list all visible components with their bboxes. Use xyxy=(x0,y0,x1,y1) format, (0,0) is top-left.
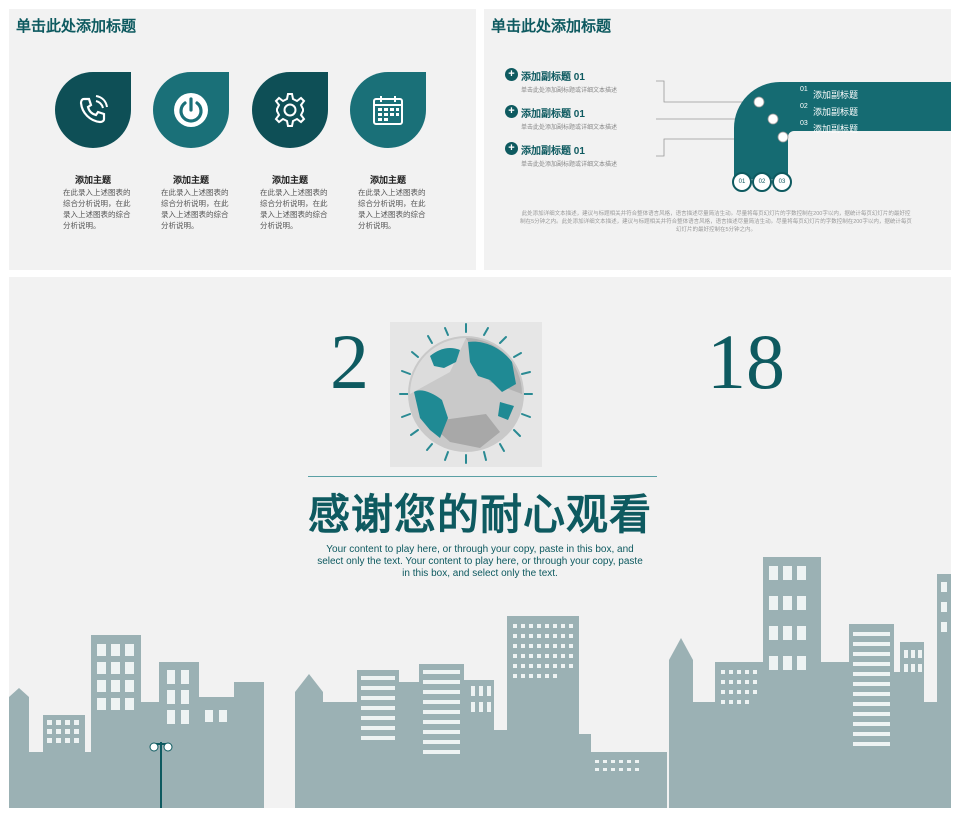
subtitle-item-2[interactable]: + 添加副标题 01 单击此处添加副标题或详细文本描述 xyxy=(505,105,618,131)
subtitle-title: 添加副标题 01 xyxy=(521,146,585,157)
feature-title-3: 添加主题 xyxy=(271,175,308,185)
power-leaf xyxy=(153,72,229,148)
plus-icon: + xyxy=(505,105,518,118)
feature-title-4: 添加主题 xyxy=(369,175,406,185)
calendar-icon xyxy=(373,96,403,125)
circle-marker-3: 03 xyxy=(772,172,792,192)
city-skyline xyxy=(9,557,951,808)
feature-desc-3: 在此录入上述图表的综合分析说明，在此录入上述图表的综合分析说明。 xyxy=(260,188,328,230)
slide-2[interactable]: 单击此处添加标题 + 添加副标题 01 单击此处添加副标题或详细文本描述 + 添… xyxy=(484,9,951,270)
feature-title-1: 添加主题 xyxy=(74,175,111,185)
band-number-1: 01 xyxy=(800,86,808,93)
subtitle-desc: 单击此处添加副标题或详细文本描述 xyxy=(521,125,618,131)
slide-1[interactable]: 单击此处添加标题 添加主题 添加主题 添加主题 添加主题 在此录入上述图表的综合… xyxy=(9,9,476,270)
subtitle-title: 添加副标题 01 xyxy=(521,109,585,120)
globe-graphic xyxy=(390,322,542,467)
circle-marker-2: 02 xyxy=(752,172,772,192)
divider-line xyxy=(308,476,657,477)
slide-3[interactable]: 2 18 感谢您的耐心观看 Your content to play here,… xyxy=(9,277,951,808)
band-label-2: 添加副标题 xyxy=(813,107,859,117)
subtitle-title: 添加副标题 01 xyxy=(521,72,585,83)
thank-you-heading: 感谢您的耐心观看 xyxy=(307,491,652,538)
feature-desc-4: 在此录入上述图表的综合分析说明，在此录入上述图表的综合分析说明。 xyxy=(358,188,426,230)
band-number-3: 03 xyxy=(800,120,808,127)
gear-leaf xyxy=(252,72,328,148)
gear-icon xyxy=(274,93,306,127)
calendar-leaf xyxy=(350,72,426,148)
feature-desc-2: 在此录入上述图表的综合分析说明，在此录入上述图表的综合分析说明。 xyxy=(161,188,229,230)
feature-desc-1: 在此录入上述图表的综合分析说明，在此录入上述图表的综合分析说明。 xyxy=(63,188,131,230)
phone-icon xyxy=(79,95,108,124)
slide-title[interactable]: 单击此处添加标题 xyxy=(16,15,136,36)
subtitle-desc: 单击此处添加副标题或详细文本描述 xyxy=(521,162,618,168)
subtitle-item-1[interactable]: + 添加副标题 01 单击此处添加副标题或详细文本描述 xyxy=(505,68,618,94)
band-label-3: 添加副标题 xyxy=(813,124,859,134)
power-icon xyxy=(174,93,208,127)
subtitle-desc: 单击此处添加副标题或详细文本描述 xyxy=(521,88,618,94)
year-right: 18 xyxy=(707,318,785,405)
phone-leaf xyxy=(55,72,131,148)
circle-marker-1: 01 xyxy=(732,172,752,192)
plus-icon: + xyxy=(505,68,518,81)
footer-text: 此处添加详细文本描述，建议与标题相关并符合整体语言风格，语言描述尽量简洁生动。尽… xyxy=(520,211,912,233)
band-number-2: 02 xyxy=(800,103,808,110)
feature-title-2: 添加主题 xyxy=(172,175,209,185)
year-left: 2 xyxy=(330,318,369,405)
plus-icon: + xyxy=(505,142,518,155)
subtitle-item-3[interactable]: + 添加副标题 01 单击此处添加副标题或详细文本描述 xyxy=(505,142,618,168)
band-label-1: 添加副标题 xyxy=(813,90,859,100)
